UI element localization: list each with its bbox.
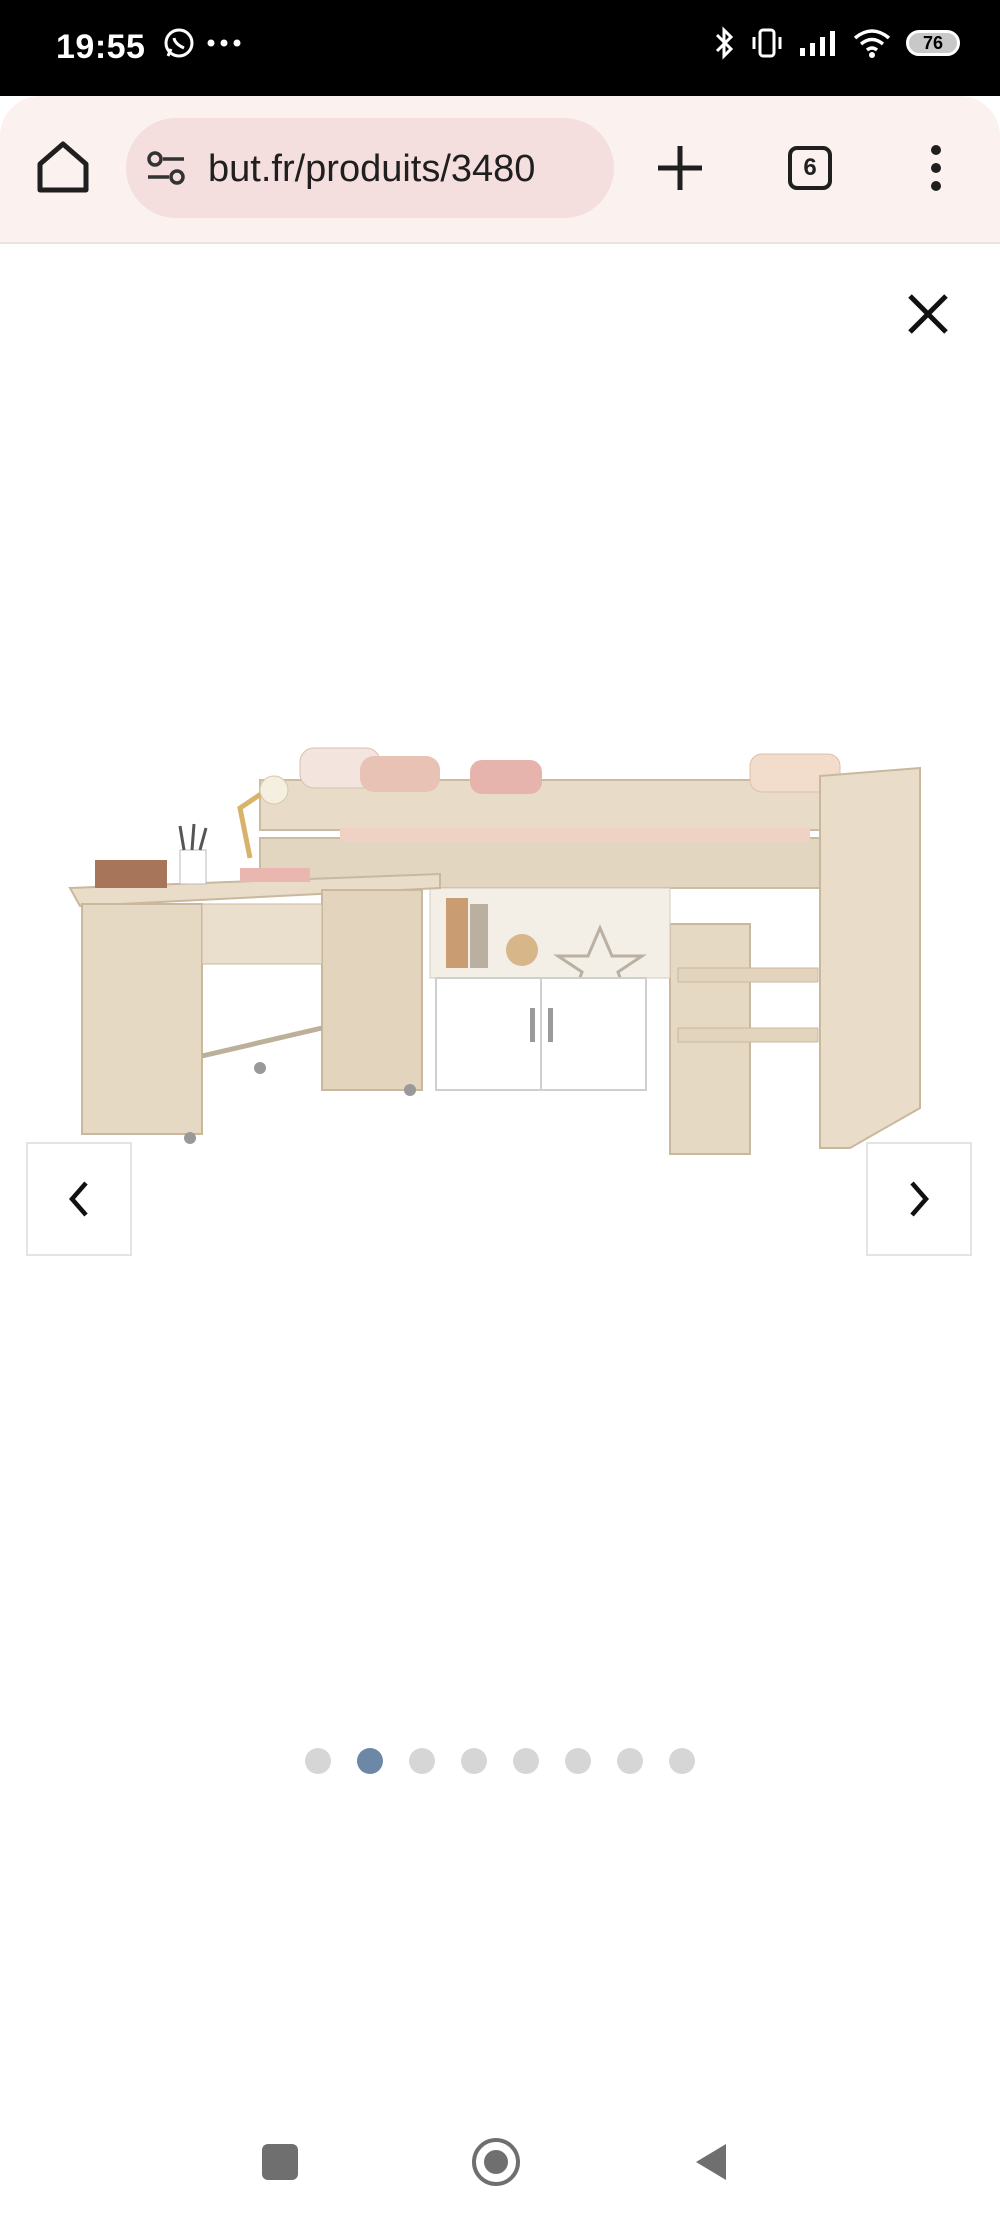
browser-toolbar: but.fr/produits/3480 6	[0, 96, 1000, 244]
pagination-dot[interactable]	[461, 1748, 487, 1774]
chevron-right-icon	[910, 1181, 929, 1217]
home-icon[interactable]	[30, 134, 96, 200]
more-menu-icon[interactable]	[920, 142, 952, 194]
next-image-button[interactable]	[866, 1142, 972, 1256]
notification-icons	[162, 26, 242, 60]
image-pagination	[0, 1748, 1000, 1774]
pagination-dot[interactable]	[409, 1748, 435, 1774]
whatsapp-icon	[164, 28, 194, 58]
close-icon[interactable]	[902, 288, 954, 340]
chevron-left-icon	[69, 1181, 88, 1217]
site-settings-icon[interactable]	[146, 150, 186, 186]
back-button-icon[interactable]	[690, 2140, 730, 2184]
vibrate-icon	[752, 28, 782, 58]
pagination-dot[interactable]	[305, 1748, 331, 1774]
product-image	[68, 747, 921, 1155]
pagination-dot[interactable]	[669, 1748, 695, 1774]
bluetooth-icon	[715, 26, 734, 60]
status-time: 19:55	[56, 28, 146, 66]
pagination-dot[interactable]	[513, 1748, 539, 1774]
tab-switcher-button[interactable]: 6	[788, 146, 832, 190]
home-button-icon[interactable]	[470, 2136, 522, 2188]
system-navigation-bar	[0, 2110, 1000, 2222]
new-tab-icon[interactable]	[652, 140, 708, 196]
system-icons: 76	[712, 26, 960, 60]
pagination-dot[interactable]	[617, 1748, 643, 1774]
status-bar: 19:55 76	[0, 0, 1000, 96]
address-bar[interactable]: but.fr/produits/3480	[126, 118, 614, 218]
previous-image-button[interactable]	[26, 1142, 132, 1256]
more-notifications-icon	[207, 39, 241, 47]
pagination-dot[interactable]	[565, 1748, 591, 1774]
wifi-icon	[853, 29, 891, 58]
pagination-dot-active[interactable]	[357, 1748, 383, 1774]
battery-indicator: 76	[906, 30, 960, 56]
signal-icon	[800, 31, 835, 56]
recents-button[interactable]	[262, 2144, 298, 2180]
url-text[interactable]: but.fr/produits/3480	[208, 148, 608, 191]
